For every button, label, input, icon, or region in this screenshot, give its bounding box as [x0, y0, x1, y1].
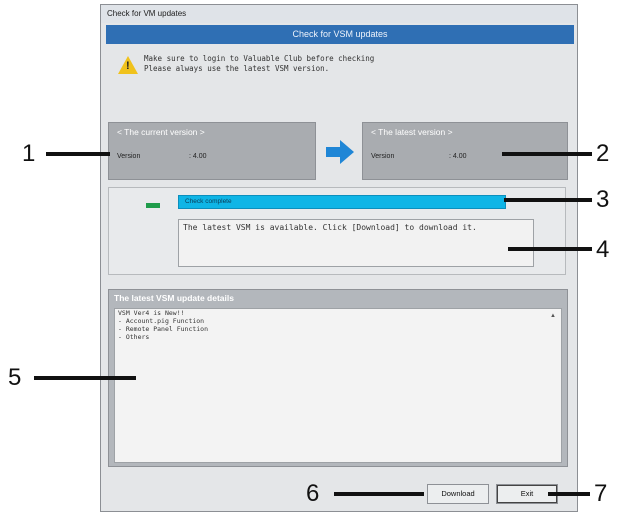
latest-version-label: Version: [371, 153, 395, 160]
warning-icon: !: [118, 56, 138, 74]
callout-line-3: [504, 198, 592, 202]
download-button[interactable]: Download: [427, 484, 489, 504]
latest-version-value: : 4.00: [449, 153, 467, 160]
window-titlebar: Check for VM updates: [101, 5, 577, 23]
callout-number-6: 6: [306, 480, 320, 507]
details-line: - Remote Panel Function: [118, 325, 209, 333]
latest-version-heading: < The latest version >: [371, 127, 453, 137]
callout-line-4: [508, 247, 592, 251]
status-message-box: The latest VSM is available. Click [Down…: [178, 219, 534, 267]
progress-text: Check complete: [185, 198, 232, 205]
status-message: The latest VSM is available. Click [Down…: [183, 223, 477, 232]
current-version-panel: < The current version > Version : 4.00: [108, 122, 316, 180]
status-led-icon: [146, 203, 160, 208]
update-details-textarea[interactable]: VSM Ver4 is New!! - Account.pig Function…: [114, 308, 562, 463]
callout-number-7: 7: [594, 480, 608, 507]
arrow-right-icon: [326, 140, 354, 164]
notice-line-2: Please always use the latest VSM version…: [144, 64, 330, 73]
callout-number-4: 4: [596, 236, 610, 263]
details-line: - Account.pig Function: [118, 317, 205, 325]
callout-number-1: 1: [22, 140, 36, 167]
latest-version-panel: < The latest version > Version : 4.00: [362, 122, 568, 180]
callout-number-5: 5: [8, 364, 22, 391]
callout-number-3: 3: [596, 186, 610, 213]
details-line: VSM Ver4 is New!!: [118, 309, 185, 317]
current-version-heading: < The current version >: [117, 127, 205, 137]
callout-line-1: [46, 152, 110, 156]
current-version-value: : 4.00: [189, 153, 207, 160]
details-line: - Others: [118, 333, 150, 341]
scroll-up-icon[interactable]: ▲: [550, 313, 558, 321]
notice-line-1: Make sure to login to Valuable Club befo…: [144, 54, 375, 63]
progress-bar: Check complete: [178, 195, 506, 209]
dialog-banner: Check for VSM updates: [106, 25, 574, 44]
login-notice: Make sure to login to Valuable Club befo…: [144, 54, 474, 74]
current-version-label: Version: [117, 153, 141, 160]
callout-line-5: [34, 376, 136, 380]
update-details-title: The latest VSM update details: [114, 293, 234, 303]
callout-number-2: 2: [596, 140, 610, 167]
callout-line-6: [334, 492, 424, 496]
callout-line-2: [502, 152, 592, 156]
callout-line-7: [548, 492, 590, 496]
